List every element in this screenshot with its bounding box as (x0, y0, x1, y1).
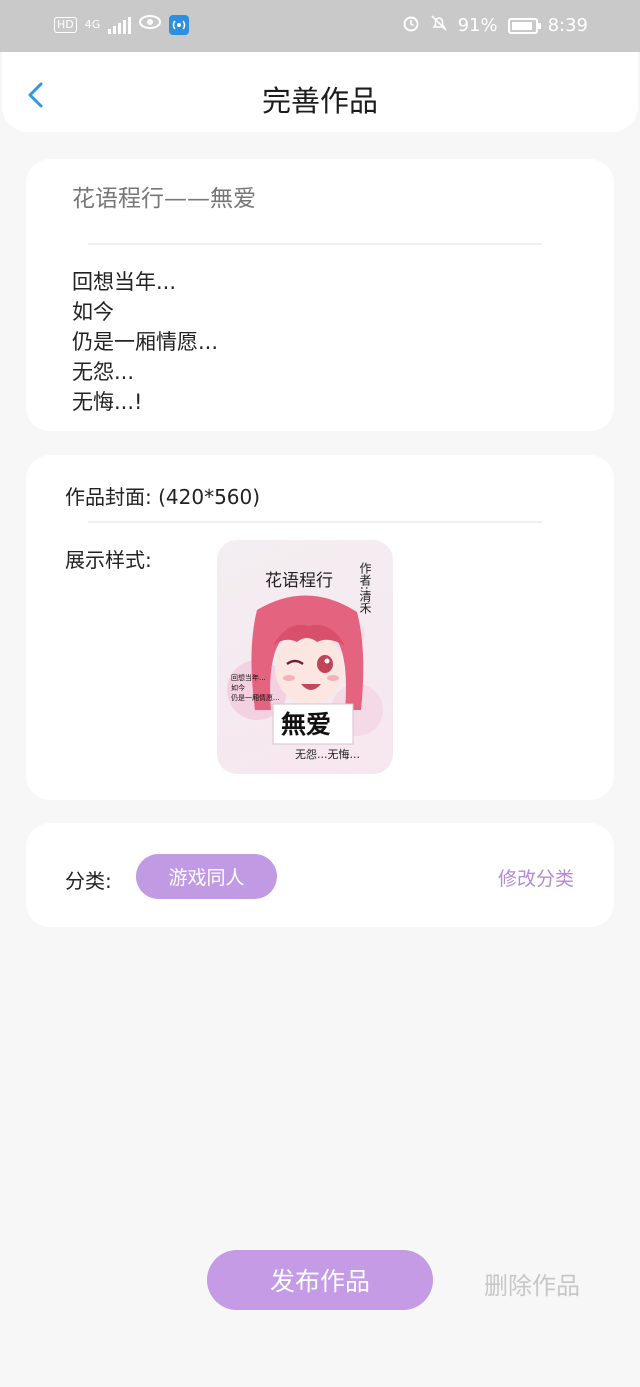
cover-art-footer: 无怨...无悔... (295, 747, 360, 761)
delete-button[interactable]: 删除作品 (484, 1266, 580, 1301)
cover-art-big-word: 無爱 (281, 710, 331, 739)
cover-art-line: 回想当年... (231, 673, 266, 682)
cover-art-title: 花语程行 (265, 571, 333, 591)
battery-icon (507, 17, 541, 34)
eye-icon (139, 14, 162, 35)
cover-art-line: 如今 (231, 683, 245, 692)
cover-art-author: 作者:清禾 (358, 562, 372, 614)
hotspot-icon (169, 14, 190, 35)
signal-icon (108, 16, 132, 34)
alarm-icon (402, 14, 420, 37)
poem-line: 回想当年... (72, 270, 177, 294)
cover-art-line: 仍是一厢情愿... (231, 693, 280, 702)
category-label: 分类: (65, 869, 112, 893)
poem-line: 无怨... (72, 360, 135, 384)
battery-level (511, 21, 532, 30)
status-bar: HD 4G 91% 8:39 (0, 0, 640, 52)
cover-card: 作品封面: (420*560) 展示样式: 無爱 花语程行 作者:清禾 回想当年… (26, 455, 614, 800)
category-chip[interactable]: 游戏同人 (136, 854, 277, 899)
category-card: 分类: 游戏同人 修改分类 (26, 823, 614, 927)
app-bar: 完善作品 (2, 52, 638, 132)
edit-category-link[interactable]: 修改分类 (498, 864, 574, 891)
cover-image[interactable]: 無爱 花语程行 作者:清禾 回想当年... 如今 仍是一厢情愿... 无怨...… (217, 540, 393, 774)
battery-percent: 91% (457, 15, 498, 36)
work-content-card: 花语程行——無爱 回想当年... 如今 仍是一厢情愿... 无怨... 无悔..… (26, 159, 614, 431)
display-style-label: 展示样式: (65, 548, 152, 572)
divider (88, 243, 542, 245)
work-title-field[interactable]: 花语程行——無爱 (72, 179, 256, 213)
network-type: 4G (84, 18, 101, 31)
poem-line: 无悔...! (72, 390, 143, 414)
publish-button[interactable]: 发布作品 (207, 1250, 433, 1310)
mute-icon (430, 14, 448, 37)
clock: 8:39 (547, 15, 588, 36)
work-description-field[interactable]: 回想当年... 如今 仍是一厢情愿... 无怨... 无悔...! (72, 267, 218, 417)
page-title: 完善作品 (261, 84, 378, 118)
poem-line: 仍是一厢情愿... (72, 330, 219, 354)
divider (88, 521, 542, 523)
cover-size-label: 作品封面: (420*560) (65, 485, 261, 509)
poem-line: 如今 (72, 300, 114, 324)
cover-illustration: 無爱 花语程行 作者:清禾 回想当年... 如今 仍是一厢情愿... 无怨...… (227, 562, 383, 761)
hd-badge: HD (54, 16, 77, 33)
